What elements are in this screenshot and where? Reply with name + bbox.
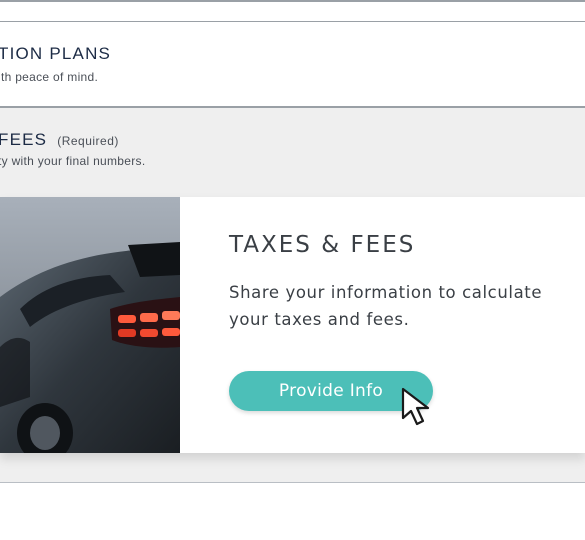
card-description: Share your information to calculate your… [229,283,543,329]
car-illustration [0,197,180,453]
top-strip [0,0,585,22]
top-border [0,0,585,2]
required-tag: (Required) [57,134,119,148]
section-title: FEES (Required) [0,130,119,150]
taxes-fees-card: TAXES & FEES Share your information to c… [0,197,585,453]
section-title-text: FEES [0,130,48,149]
bottom-area [0,484,585,540]
pointer-cursor-icon [401,387,430,426]
protection-plans-section[interactable]: TION PLANS ith peace of mind. [0,22,585,107]
car-photo [0,197,180,453]
divider [0,482,585,483]
taxes-fees-section: FEES (Required) ty with your final number… [0,108,585,482]
card-title: TAXES & FEES [229,232,416,258]
section-subtitle: ty with your final numbers. [0,154,146,168]
section-title: TION PLANS [0,44,112,63]
section-subtitle: ith peace of mind. [0,70,99,84]
